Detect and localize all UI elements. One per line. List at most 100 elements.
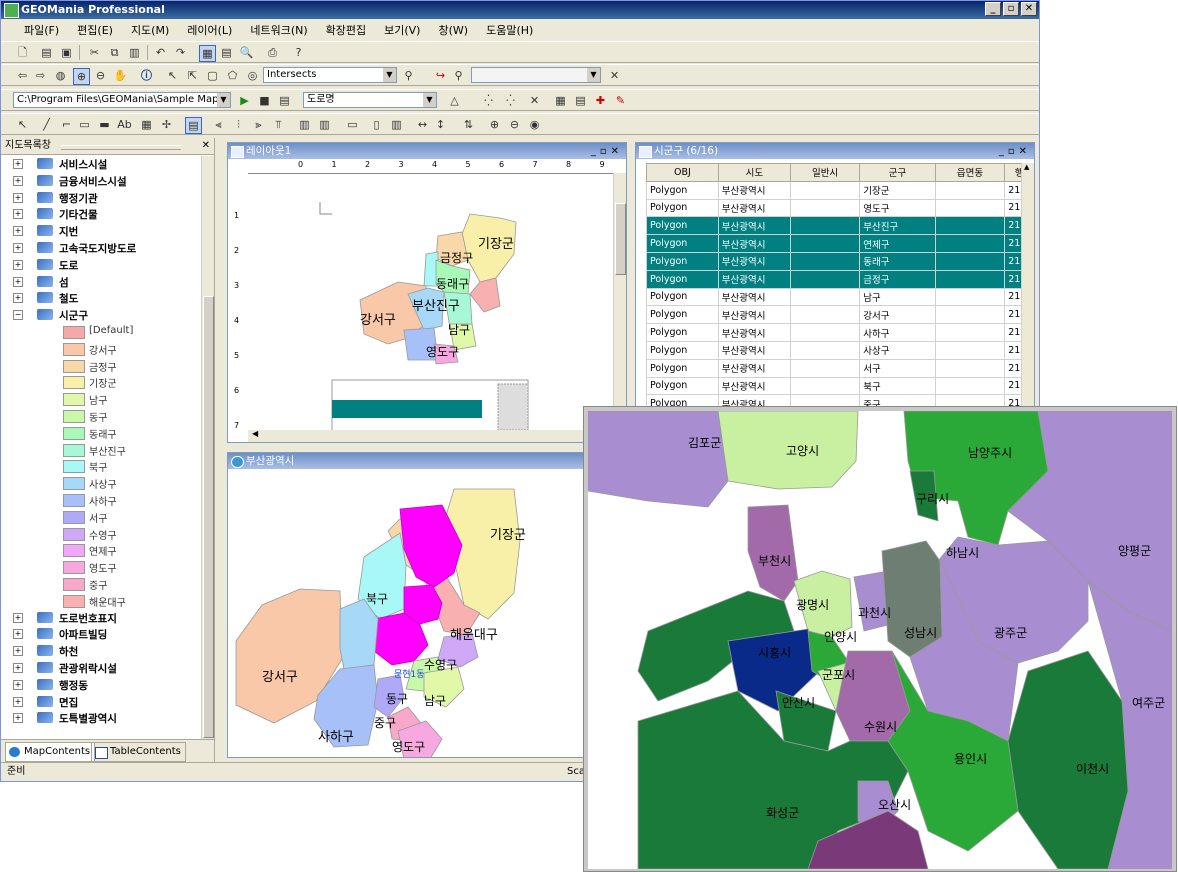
- expand-icon[interactable]: +: [13, 259, 23, 270]
- open-icon[interactable]: ▤: [39, 45, 54, 60]
- ungroup-icon[interactable]: ▥: [317, 117, 332, 132]
- expand-icon[interactable]: +: [13, 242, 23, 253]
- undo-icon[interactable]: ↶: [153, 45, 168, 60]
- window-controls[interactable]: _▫✕: [591, 144, 623, 160]
- legend-item[interactable]: 사상구: [1, 475, 201, 492]
- expand-icon[interactable]: +: [13, 696, 23, 707]
- legend-item[interactable]: 사하구: [1, 492, 201, 509]
- save-icon[interactable]: ▣: [59, 45, 74, 60]
- help-icon[interactable]: ?: [291, 45, 306, 60]
- expand-icon[interactable]: +: [13, 293, 23, 304]
- clear-icon[interactable]: ✕: [607, 68, 622, 83]
- preview-icon[interactable]: 🔍: [239, 45, 254, 60]
- tree-scrollbar[interactable]: [201, 156, 214, 740]
- select-multi-icon[interactable]: ⇱: [185, 68, 200, 83]
- table-row[interactable]: Polygon 부산광역시 서구 21(: [646, 358, 1034, 378]
- stop-icon[interactable]: ■: [257, 93, 272, 108]
- table-vscroll[interactable]: ▲: [1021, 163, 1034, 409]
- column-header[interactable]: 군구: [859, 163, 936, 182]
- region-icheon[interactable]: [1007, 650, 1129, 869]
- align-top-icon[interactable]: ⫪: [271, 117, 286, 132]
- query-run-icon[interactable]: ↪: [433, 68, 448, 83]
- table-icon[interactable]: ▤: [219, 45, 234, 60]
- layout-icon[interactable]: ▦: [199, 45, 216, 62]
- play-icon[interactable]: ▶: [237, 93, 252, 108]
- legend-item[interactable]: 남구: [1, 391, 201, 408]
- region-gimpo[interactable]: [588, 411, 729, 508]
- move-icon[interactable]: ✚: [593, 93, 608, 108]
- legend-item[interactable]: 동래구: [1, 425, 201, 442]
- space-h-icon[interactable]: ▭: [345, 117, 360, 132]
- legend-item[interactable]: 북구: [1, 458, 201, 475]
- globe-icon[interactable]: ◍: [53, 68, 68, 83]
- new-file-icon[interactable]: 🗋: [15, 45, 30, 60]
- width-icon[interactable]: ↔: [415, 117, 430, 132]
- layout-table-preview[interactable]: [331, 379, 529, 432]
- expand-icon[interactable]: +: [13, 629, 23, 640]
- table-row[interactable]: Polygon 부산광역시 사하구 21: [646, 323, 1034, 342]
- expand-icon[interactable]: +: [13, 276, 23, 287]
- zoom-out-icon[interactable]: ⊖: [93, 68, 108, 83]
- chevron-down-icon[interactable]: ▼: [383, 68, 396, 82]
- line-icon[interactable]: ╱: [39, 117, 54, 132]
- layer-row[interactable]: + 아파트빌딩: [1, 626, 201, 643]
- layout-zoom-full-icon[interactable]: ◉: [527, 117, 542, 132]
- table-row[interactable]: Polygon 부산광역시 연제구 21: [646, 234, 1034, 253]
- legend-item[interactable]: [Default]: [1, 324, 201, 341]
- table-row[interactable]: Polygon 부산광역시 북구 21(: [646, 376, 1034, 396]
- window-controls[interactable]: _▫✕: [999, 144, 1031, 160]
- layer-row[interactable]: − 시군구: [1, 307, 201, 324]
- layer-row[interactable]: + 행정동: [1, 677, 201, 694]
- legend-item[interactable]: 금정구: [1, 358, 201, 375]
- menu-help[interactable]: 도움말(H): [477, 20, 542, 38]
- pan-hand-icon[interactable]: ✋: [113, 68, 128, 83]
- align-left-icon[interactable]: ⫷: [211, 117, 226, 132]
- pointer-icon[interactable]: ↖: [15, 117, 30, 132]
- node-icon[interactable]: ⁛: [481, 93, 496, 108]
- paste-icon[interactable]: ▥: [127, 45, 142, 60]
- layer-row[interactable]: + 고속국도지방도로: [1, 240, 201, 257]
- spatial-operator-select[interactable]: Intersects ▼: [263, 67, 397, 83]
- chevron-down-icon[interactable]: ▼: [423, 93, 436, 107]
- tab-table-contents[interactable]: TableContents: [91, 742, 186, 762]
- table-row[interactable]: Polygon 부산광역시 강서구 21: [646, 305, 1034, 325]
- panel-close-icon[interactable]: ✕: [202, 138, 210, 154]
- map-path-select[interactable]: C:\Program Files\GEOMania\Sample Map\ ▼: [13, 92, 231, 108]
- height-icon[interactable]: ↕: [433, 117, 448, 132]
- text-icon[interactable]: Ab: [117, 117, 132, 132]
- layer-row[interactable]: + 철도: [1, 290, 201, 307]
- query-icon[interactable]: ⚲: [401, 68, 416, 83]
- legend-item[interactable]: 해운대구: [1, 593, 201, 610]
- distribute-icon[interactable]: ▥: [389, 117, 404, 132]
- print-icon[interactable]: ⎙: [265, 45, 280, 60]
- layer-row[interactable]: + 도로번호표지: [1, 610, 201, 627]
- expand-icon[interactable]: +: [13, 192, 23, 203]
- column-header[interactable]: 일반시: [789, 163, 861, 182]
- region-gwacheon[interactable]: [853, 570, 889, 632]
- expand-icon[interactable]: +: [13, 175, 23, 186]
- column-header[interactable]: 읍면동: [934, 163, 1006, 182]
- table-row[interactable]: Polygon 부산광역시 남구 21(: [646, 287, 1034, 307]
- road-name-select[interactable]: 도로명 ▼: [303, 92, 437, 108]
- layout-zoom-out-icon[interactable]: ⊖: [507, 117, 522, 132]
- layout-vscroll[interactable]: [613, 173, 626, 430]
- legend-item[interactable]: 영도구: [1, 559, 201, 576]
- layer-row[interactable]: + 도특별광역시: [1, 710, 201, 727]
- legend-item[interactable]: 강서구: [1, 341, 201, 358]
- menu-edit[interactable]: 편집(E): [68, 20, 122, 38]
- zoom-in-icon[interactable]: ⊕: [73, 68, 90, 85]
- layout-canvas[interactable]: 기장군금정구동래구부산진구강서구남구영도구: [248, 174, 616, 432]
- expand-icon[interactable]: +: [13, 226, 23, 237]
- legend-item[interactable]: 중구: [1, 576, 201, 593]
- record-icon[interactable]: ▤: [277, 93, 292, 108]
- query-find-icon[interactable]: ⚲: [451, 68, 466, 83]
- table-row[interactable]: Polygon 부산광역시 사상구 21: [646, 340, 1034, 360]
- align-right-icon[interactable]: ⫸: [251, 117, 266, 132]
- menu-extended-edit[interactable]: 확장편집: [317, 20, 375, 38]
- layout-zoom-in-icon[interactable]: ⊕: [487, 117, 502, 132]
- minimize-button[interactable]: _: [985, 2, 1001, 16]
- order-icon[interactable]: ⇅: [461, 117, 476, 132]
- delete-icon[interactable]: ✕: [527, 93, 542, 108]
- layer-row[interactable]: + 행정기관: [1, 190, 201, 207]
- select-poly-icon[interactable]: ⬠: [225, 68, 240, 83]
